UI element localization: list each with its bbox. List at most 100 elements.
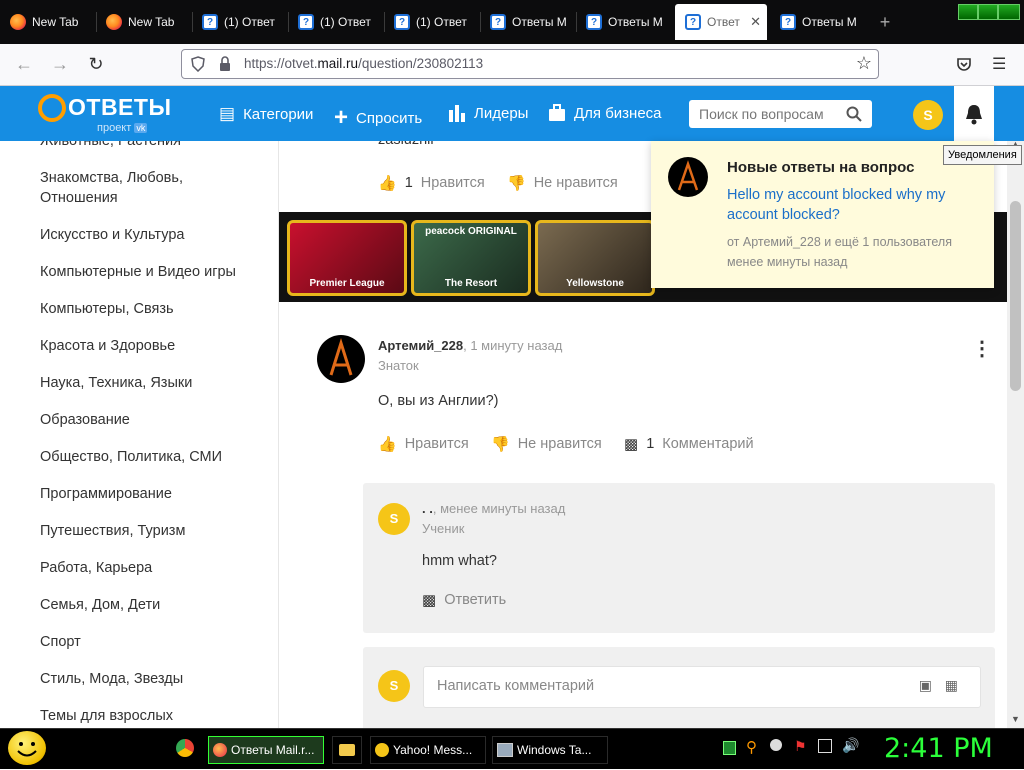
category-item[interactable]: Работа, Карьера bbox=[40, 558, 152, 578]
ad-tile[interactable]: Premier League bbox=[287, 220, 407, 296]
comment-avatar[interactable]: S bbox=[378, 503, 410, 535]
category-item[interactable]: Стиль, Мода, Звезды bbox=[40, 669, 183, 689]
plus-icon: + bbox=[334, 104, 349, 131]
comment-rank: Ученик bbox=[422, 521, 465, 536]
yahoo-smiley-icon bbox=[375, 743, 389, 757]
compose-block: S Написать комментарий ▣ ▦ bbox=[363, 647, 995, 728]
tray-flag-icon[interactable]: ⚑ bbox=[794, 738, 807, 755]
search-icon[interactable] bbox=[846, 106, 862, 122]
category-item[interactable]: Компьютерные и Видео игры bbox=[40, 262, 236, 282]
taskbar-button-folder[interactable] bbox=[332, 736, 362, 764]
comment-author[interactable]: . . bbox=[422, 501, 433, 516]
user-avatar[interactable]: S bbox=[913, 100, 943, 130]
author-name[interactable]: Артемий_228 bbox=[378, 338, 463, 353]
more-options-icon[interactable]: ⋮ bbox=[972, 336, 992, 361]
url-bar[interactable]: https://otvet.mail.ru/question/230802113… bbox=[181, 49, 879, 79]
site-header: ОТВЕТЫ проект vk ▤ Категории + Спросить … bbox=[0, 86, 1024, 141]
dislike-button[interactable]: 👎 Не нравится bbox=[507, 174, 618, 192]
firefox-icon bbox=[10, 14, 26, 30]
chrome-icon[interactable] bbox=[176, 739, 194, 757]
browser-tab[interactable]: ? (1) Ответ bbox=[192, 4, 284, 40]
category-item[interactable]: Наука, Техника, Языки bbox=[40, 373, 192, 393]
scroll-down-arrow-icon[interactable]: ▼ bbox=[1011, 714, 1020, 724]
nav-ask[interactable]: + Спросить bbox=[334, 104, 422, 132]
briefcase-icon bbox=[549, 104, 565, 121]
category-item[interactable]: Путешествия, Туризм bbox=[40, 521, 185, 541]
previous-answer-text: zasluzhil bbox=[378, 141, 434, 148]
browser-tab[interactable]: ? Ответы M bbox=[576, 4, 668, 40]
nav-business[interactable]: Для бизнеса bbox=[548, 104, 662, 122]
nav-leaders[interactable]: Лидеры bbox=[448, 104, 528, 122]
volume-icon[interactable]: 🔊 bbox=[842, 737, 859, 754]
taskbar-button-yahoo[interactable]: Yahoo! Mess... bbox=[370, 736, 486, 764]
comments-button[interactable]: ▩ 1 Комментарий bbox=[624, 435, 754, 453]
close-tab-icon[interactable]: ✕ bbox=[750, 14, 761, 30]
back-arrow-icon[interactable]: ← bbox=[12, 52, 36, 76]
taskbar-button-task-manager[interactable]: Windows Ta... bbox=[492, 736, 608, 764]
like-button[interactable]: 👍 Нравится bbox=[378, 435, 469, 453]
forward-arrow-icon[interactable]: → bbox=[48, 52, 72, 76]
new-tab-button[interactable]: + bbox=[875, 8, 895, 36]
browser-tab[interactable]: ? Ответы M bbox=[770, 4, 866, 40]
firefox-icon bbox=[213, 743, 227, 757]
browser-tab-active[interactable]: ? Ответ ✕ bbox=[675, 4, 767, 40]
tab-title: (1) Ответ bbox=[416, 15, 467, 29]
browser-tab[interactable]: New Tab bbox=[96, 4, 192, 40]
category-item[interactable]: Общество, Политика, СМИ bbox=[40, 447, 222, 467]
ad-tile[interactable]: Yellowstone bbox=[535, 220, 655, 296]
image-icon[interactable]: ▣ bbox=[919, 677, 932, 694]
category-item[interactable]: Программирование bbox=[40, 484, 172, 504]
category-item[interactable]: Темы для взрослых bbox=[40, 706, 173, 726]
question-icon: ? bbox=[394, 14, 410, 30]
dislike-button[interactable]: 👎 Не нравится bbox=[491, 435, 602, 453]
taskbar-clock[interactable]: 2:41 PM bbox=[884, 733, 993, 764]
category-item[interactable]: Образование bbox=[40, 410, 130, 430]
browser-tab[interactable]: ? (1) Ответ bbox=[288, 4, 380, 40]
comment-input[interactable]: Написать комментарий ▣ ▦ bbox=[423, 666, 981, 708]
browser-tab[interactable]: New Tab bbox=[0, 4, 96, 40]
shield-icon bbox=[191, 56, 205, 72]
menu-icon[interactable]: ☰ bbox=[992, 54, 1006, 74]
category-item[interactable]: Знакомства, Любовь, Отношения bbox=[40, 168, 240, 208]
taskbar-button-firefox[interactable]: Ответы Mail.r... bbox=[208, 736, 324, 764]
list-icon: ▤ bbox=[219, 104, 236, 123]
browser-tab[interactable]: ? Ответы M bbox=[480, 4, 572, 40]
browser-tab-strip: New Tab New Tab ? (1) Ответ ? (1) Ответ … bbox=[0, 0, 1024, 44]
reply-button[interactable]: ▩ Ответить bbox=[422, 591, 506, 609]
reload-icon[interactable]: ↻ bbox=[84, 52, 108, 76]
bookmark-star-icon[interactable]: ☆ bbox=[856, 53, 872, 74]
answer-time: , 1 минуту назад bbox=[463, 338, 563, 353]
category-item[interactable]: Животные, Растения bbox=[40, 141, 181, 151]
page-scrollbar[interactable]: ▲ ▼ bbox=[1007, 139, 1024, 728]
notification-question-link[interactable]: Hello my account blocked why my account … bbox=[727, 185, 977, 225]
tray-search-icon[interactable]: ⚲ bbox=[746, 738, 757, 756]
start-smiley-icon[interactable] bbox=[8, 731, 46, 765]
thumbs-down-icon: 👎 bbox=[507, 175, 526, 192]
anarchy-a-icon bbox=[677, 160, 699, 191]
ad-tile[interactable]: peacock ORIGINAL The Resort bbox=[411, 220, 531, 296]
site-logo[interactable]: ОТВЕТЫ bbox=[68, 94, 171, 121]
like-button[interactable]: 👍 1 Нравится bbox=[378, 174, 485, 192]
url-text: https://otvet.mail.ru/question/230802113 bbox=[244, 56, 484, 71]
browser-tab[interactable]: ? (1) Ответ bbox=[384, 4, 476, 40]
search-input[interactable]: Поиск по вопросам bbox=[689, 100, 872, 128]
logo-icon[interactable] bbox=[38, 94, 66, 122]
category-item[interactable]: Спорт bbox=[40, 632, 81, 652]
tab-title: Ответ bbox=[707, 15, 740, 29]
close-window-button[interactable] bbox=[998, 4, 1020, 20]
network-icon[interactable] bbox=[818, 739, 832, 753]
category-item[interactable]: Искусство и Культура bbox=[40, 225, 184, 245]
tray-icon[interactable] bbox=[770, 739, 782, 751]
pocket-icon[interactable] bbox=[956, 56, 972, 72]
category-item[interactable]: Красота и Здоровье bbox=[40, 336, 175, 356]
scrollbar-thumb[interactable] bbox=[1010, 201, 1021, 391]
tray-icon[interactable] bbox=[723, 741, 736, 755]
nav-categories[interactable]: ▤ Категории bbox=[219, 104, 313, 124]
category-item[interactable]: Семья, Дом, Дети bbox=[40, 595, 160, 615]
author-avatar[interactable] bbox=[317, 335, 365, 383]
category-item[interactable]: Компьютеры, Связь bbox=[40, 299, 174, 319]
video-icon[interactable]: ▦ bbox=[945, 677, 958, 694]
maximize-window-button[interactable] bbox=[978, 4, 998, 20]
notifications-button[interactable] bbox=[954, 86, 994, 141]
minimize-window-button[interactable] bbox=[958, 4, 978, 20]
